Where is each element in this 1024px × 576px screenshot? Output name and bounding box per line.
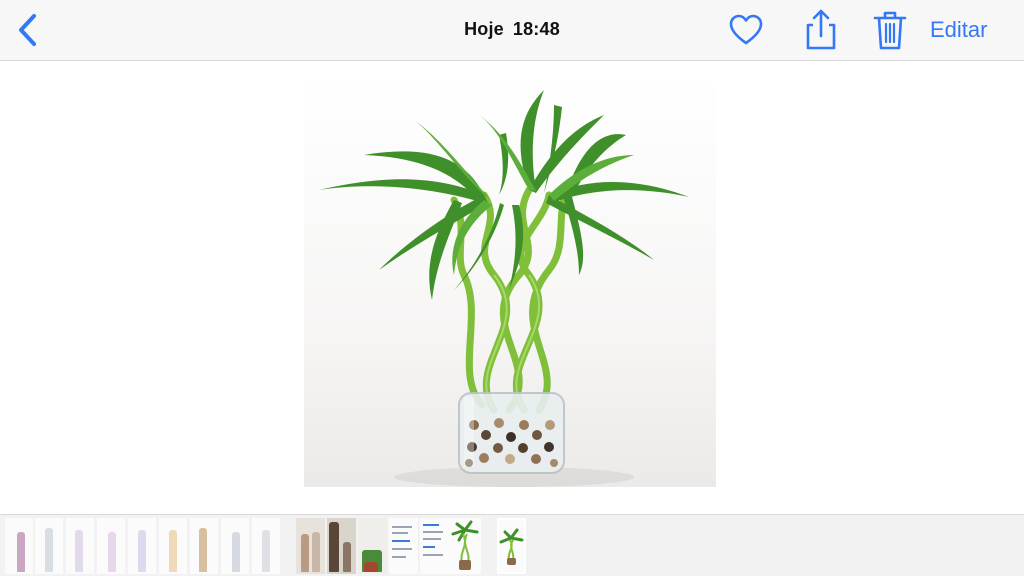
trash-icon bbox=[873, 11, 907, 50]
thumbnail[interactable] bbox=[35, 518, 63, 574]
edit-button[interactable]: Editar bbox=[930, 17, 987, 43]
bamboo-plant-image bbox=[319, 90, 689, 487]
share-button[interactable] bbox=[802, 8, 840, 52]
share-icon bbox=[806, 9, 836, 50]
thumbnail[interactable] bbox=[5, 518, 33, 574]
thumbnail[interactable] bbox=[66, 518, 94, 574]
photo-date-title: Hoje 18:48 bbox=[0, 19, 1024, 40]
bamboo-thumbnail-image bbox=[499, 528, 524, 565]
thumbnail[interactable] bbox=[128, 518, 156, 574]
thumbnail[interactable] bbox=[449, 518, 481, 574]
favorite-button[interactable] bbox=[726, 12, 766, 48]
thumbnail[interactable] bbox=[420, 518, 449, 574]
photo-viewer[interactable] bbox=[0, 61, 1024, 514]
thumbnail[interactable] bbox=[252, 518, 280, 574]
heart-icon bbox=[729, 14, 763, 45]
title-time: 18:48 bbox=[512, 19, 560, 39]
delete-button[interactable] bbox=[872, 9, 908, 51]
bamboo-thumbnail-image bbox=[451, 520, 479, 570]
thumbnail-selected[interactable] bbox=[497, 518, 526, 574]
bamboo-photo[interactable] bbox=[304, 75, 716, 487]
thumbnail[interactable] bbox=[389, 518, 418, 574]
thumbnail[interactable] bbox=[221, 518, 249, 574]
thumbnail[interactable] bbox=[190, 518, 218, 574]
thumbnail[interactable] bbox=[159, 518, 187, 574]
thumbnail-strip[interactable] bbox=[0, 514, 1024, 576]
title-day: Hoje bbox=[464, 19, 504, 39]
thumbnail[interactable] bbox=[327, 518, 356, 574]
top-navigation-bar: Hoje 18:48 Editar bbox=[0, 0, 1024, 61]
thumbnail[interactable] bbox=[296, 518, 325, 574]
thumbnail[interactable] bbox=[97, 518, 125, 574]
thumbnail[interactable] bbox=[358, 518, 387, 574]
